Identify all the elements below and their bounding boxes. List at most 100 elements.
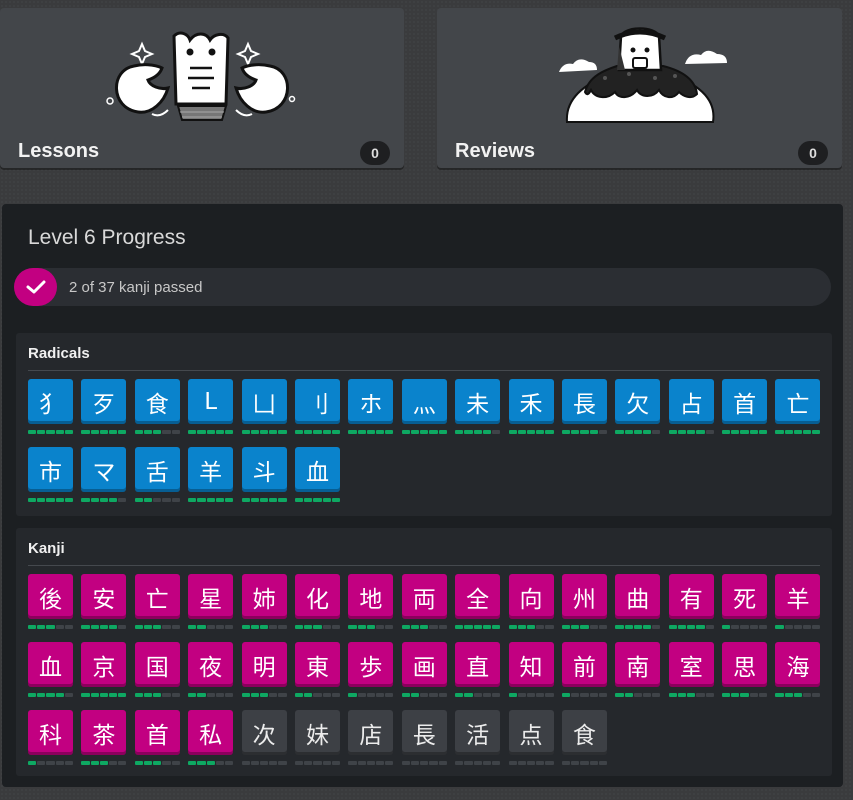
kanji-tile[interactable]: 化 xyxy=(294,574,340,632)
kanji-tile[interactable]: 科 xyxy=(28,710,74,768)
srs-segment xyxy=(134,693,143,697)
radical-tile[interactable]: 歹 xyxy=(81,379,127,437)
radical-tile[interactable]: 占 xyxy=(668,379,714,437)
radical-tile[interactable]: 市 xyxy=(28,447,74,505)
kanji-tile[interactable]: 妹 xyxy=(294,710,340,768)
kanji-tile[interactable]: 画 xyxy=(401,642,447,700)
srs-segment xyxy=(491,693,501,697)
srs-segment xyxy=(162,430,171,434)
kanji-tile[interactable]: 室 xyxy=(668,642,714,700)
kanji-tile[interactable]: 国 xyxy=(134,642,180,700)
radical-tile[interactable]: 禾 xyxy=(508,379,554,437)
radical-tile[interactable]: 首 xyxy=(722,379,768,437)
srs-segment xyxy=(99,761,108,765)
kanji-tile[interactable]: 州 xyxy=(561,574,607,632)
srs-segment xyxy=(331,430,340,434)
kanji-tile[interactable]: 地 xyxy=(348,574,394,632)
srs-segment xyxy=(784,625,793,629)
kanji-tile[interactable]: 茶 xyxy=(81,710,127,768)
kanji-tile[interactable]: 曲 xyxy=(615,574,661,632)
kanji-tile[interactable]: 有 xyxy=(668,574,714,632)
srs-segment xyxy=(749,693,758,697)
kanji-tile[interactable]: 両 xyxy=(401,574,447,632)
srs-progress-bar xyxy=(134,430,180,434)
radical-tile[interactable]: 舌 xyxy=(134,447,180,505)
lessons-card[interactable]: Lessons 0 xyxy=(0,8,404,168)
kanji-tile[interactable]: 亡 xyxy=(134,574,180,632)
radical-tile[interactable]: 羊 xyxy=(188,447,234,505)
kanji-tile[interactable]: 羊 xyxy=(775,574,821,632)
srs-segment xyxy=(401,625,410,629)
kanji-tile[interactable]: 京 xyxy=(81,642,127,700)
radical-character: 首 xyxy=(722,379,768,424)
kanji-tile[interactable]: 歩 xyxy=(348,642,394,700)
srs-segment xyxy=(134,761,143,765)
srs-segment xyxy=(215,693,224,697)
kanji-tile[interactable]: 南 xyxy=(615,642,661,700)
kanji-tile[interactable]: 後 xyxy=(28,574,74,632)
kanji-tile[interactable]: 店 xyxy=(348,710,394,768)
srs-segment xyxy=(642,430,652,434)
kanji-tile[interactable]: 血 xyxy=(28,642,74,700)
srs-progress-bar xyxy=(241,693,287,697)
radical-tile[interactable]: 長 xyxy=(561,379,607,437)
radical-tile[interactable]: 斗 xyxy=(241,447,287,505)
kanji-tile[interactable]: 食 xyxy=(561,710,607,768)
srs-segment xyxy=(473,625,482,629)
srs-segment xyxy=(55,498,64,502)
kanji-tile[interactable]: 知 xyxy=(508,642,554,700)
kanji-tile[interactable]: 長 xyxy=(401,710,447,768)
kanji-tile[interactable]: 直 xyxy=(455,642,501,700)
radical-tile[interactable]: 刂 xyxy=(294,379,340,437)
kanji-tile[interactable]: 次 xyxy=(241,710,287,768)
srs-segment xyxy=(580,625,589,629)
kanji-tile[interactable]: 前 xyxy=(561,642,607,700)
srs-segment xyxy=(348,693,357,697)
srs-segment xyxy=(784,693,793,697)
reviews-card[interactable]: Reviews 0 xyxy=(437,8,842,168)
srs-segment xyxy=(206,693,215,697)
radical-tile[interactable]: 凵 xyxy=(241,379,287,437)
srs-segment xyxy=(615,430,624,434)
kanji-tile[interactable]: 点 xyxy=(508,710,554,768)
kanji-tile[interactable]: 星 xyxy=(188,574,234,632)
srs-segment xyxy=(517,625,526,629)
radical-tile[interactable]: 犭 xyxy=(28,379,74,437)
srs-progress-bar xyxy=(294,625,340,629)
kanji-tile[interactable]: 向 xyxy=(508,574,554,632)
srs-segment xyxy=(545,761,554,765)
radical-tile[interactable]: L xyxy=(188,379,234,437)
radical-tile[interactable]: 灬 xyxy=(401,379,447,437)
radical-tile[interactable]: マ xyxy=(81,447,127,505)
srs-segment xyxy=(624,625,633,629)
kanji-tile[interactable]: 明 xyxy=(241,642,287,700)
srs-segment xyxy=(491,625,501,629)
kanji-tile[interactable]: 安 xyxy=(81,574,127,632)
srs-segment xyxy=(366,430,375,434)
kanji-tile[interactable]: 活 xyxy=(455,710,501,768)
kanji-tile[interactable]: 首 xyxy=(134,710,180,768)
kanji-tile[interactable]: 私 xyxy=(188,710,234,768)
kanji-tile[interactable]: 海 xyxy=(775,642,821,700)
radical-tile[interactable]: 欠 xyxy=(615,379,661,437)
srs-segment xyxy=(633,430,642,434)
kanji-tile[interactable]: 死 xyxy=(722,574,768,632)
radical-tile[interactable]: ホ xyxy=(348,379,394,437)
srs-progress-bar xyxy=(348,761,394,765)
srs-segment xyxy=(99,625,108,629)
srs-progress-bar xyxy=(28,625,74,629)
radical-tile[interactable]: 亡 xyxy=(775,379,821,437)
radical-tile[interactable]: 血 xyxy=(294,447,340,505)
radical-tile[interactable]: 未 xyxy=(455,379,501,437)
kanji-tile[interactable]: 姉 xyxy=(241,574,287,632)
kanji-tile[interactable]: 夜 xyxy=(188,642,234,700)
kanji-tile[interactable]: 全 xyxy=(455,574,501,632)
srs-segment xyxy=(410,693,420,697)
radical-character: 犭 xyxy=(28,379,73,424)
kanji-character: 首 xyxy=(134,710,180,755)
srs-segment xyxy=(118,761,127,765)
radical-tile[interactable]: 食 xyxy=(134,379,180,437)
kanji-tile[interactable]: 東 xyxy=(294,642,340,700)
srs-segment xyxy=(357,430,366,434)
kanji-tile[interactable]: 思 xyxy=(722,642,768,700)
